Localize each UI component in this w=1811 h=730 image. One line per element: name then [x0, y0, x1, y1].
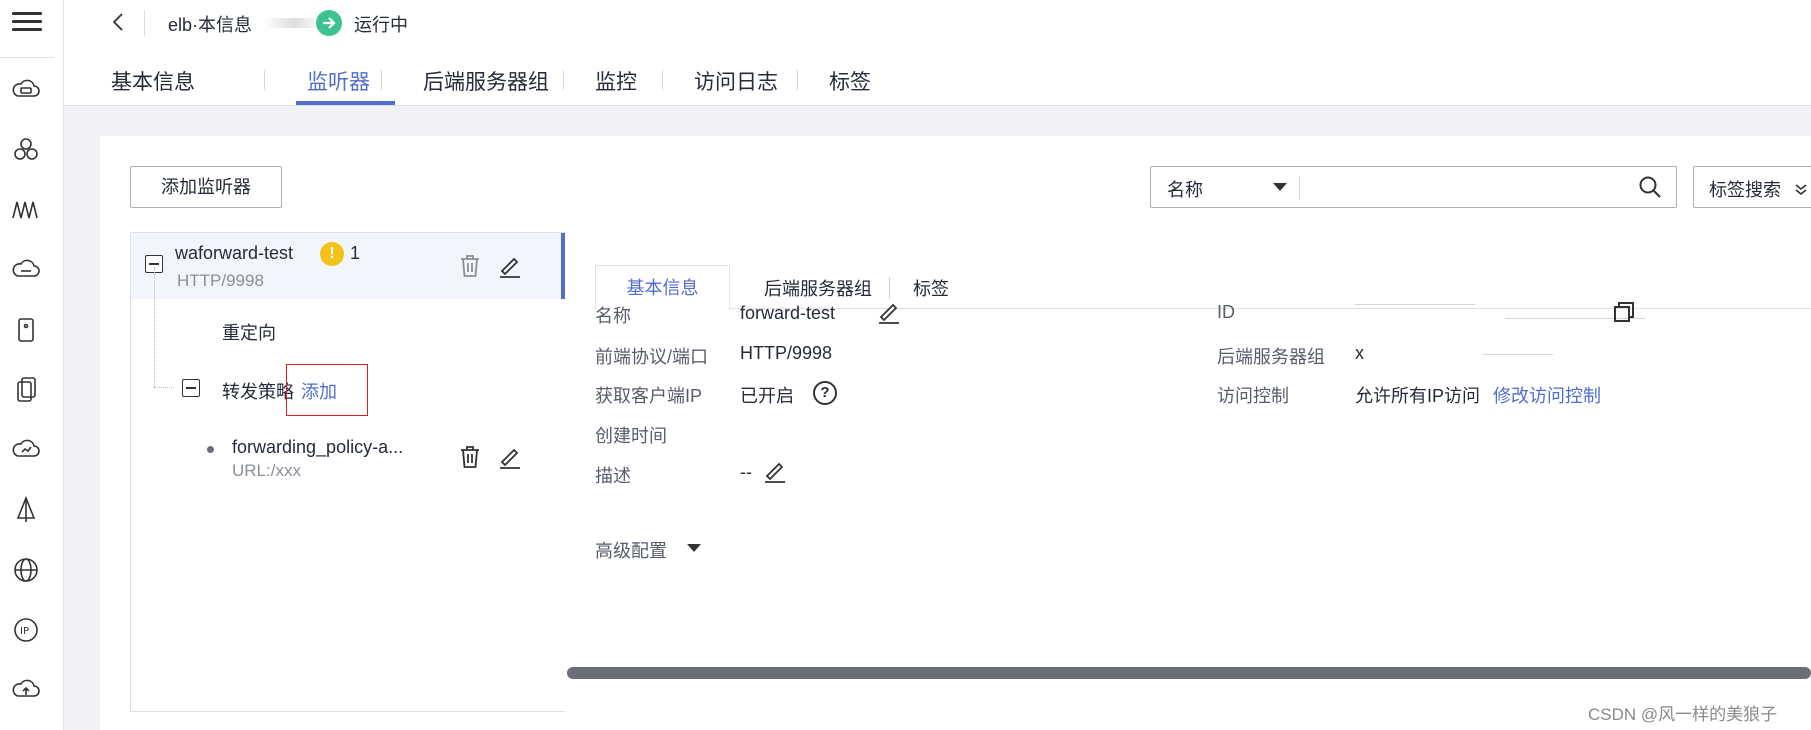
- bullet-dot: [207, 446, 214, 453]
- policy-url: URL:/xxx: [232, 461, 301, 480]
- back-icon[interactable]: [108, 10, 130, 34]
- acl-label: 访问控制: [1217, 386, 1289, 406]
- highlight-box: [286, 364, 368, 416]
- description-value: --: [740, 462, 752, 482]
- advanced-config-toggle[interactable]: 高级配置: [595, 537, 667, 563]
- warning-icon: !: [320, 242, 344, 266]
- detail-pane: 基本信息 后端服务器组 标签 名称 forward-test 前端协议/端口 H…: [565, 232, 1811, 712]
- search-field-select[interactable]: 名称: [1167, 176, 1203, 202]
- listener-protocol: HTTP/9998: [177, 271, 264, 290]
- delete-icon[interactable]: [457, 253, 483, 279]
- cloud-server-icon[interactable]: [10, 74, 42, 106]
- warning-count: 1: [350, 243, 361, 263]
- name-value: forward-test: [740, 303, 836, 323]
- protocol-label: 前端协议/端口: [595, 347, 709, 367]
- collapse-toggle-policy[interactable]: [182, 379, 200, 397]
- tab-basic-info[interactable]: 基本信息: [111, 66, 195, 96]
- masked-id: [1355, 304, 1475, 305]
- edit-icon[interactable]: [497, 253, 523, 279]
- acl-value: 允许所有IP访问: [1355, 386, 1481, 406]
- add-listener-button[interactable]: 添加监听器: [130, 166, 282, 208]
- search-box: 名称: [1150, 166, 1677, 208]
- tab-backend-groups[interactable]: 后端服务器组: [423, 66, 549, 96]
- double-chevron-icon: [1794, 180, 1808, 201]
- protocol-value: HTTP/9998: [740, 343, 833, 363]
- tree-line: [154, 267, 155, 387]
- policy-name[interactable]: forwarding_policy-a...: [232, 437, 403, 458]
- tab-divider: [797, 70, 798, 90]
- edit-description-icon[interactable]: [763, 459, 787, 483]
- detail-tab-tags[interactable]: 标签: [913, 275, 949, 301]
- tab-divider: [662, 70, 663, 90]
- deploy-icon[interactable]: [10, 494, 42, 526]
- tab-listeners[interactable]: 监听器: [307, 66, 370, 96]
- menu-icon[interactable]: [12, 8, 42, 36]
- caret-down-icon[interactable]: [1273, 183, 1287, 191]
- backend-label: 后端服务器组: [1217, 347, 1325, 367]
- listener-tree: waforward-test ! 1 HTTP/9998 重定向 转发策略 添加…: [130, 232, 565, 712]
- svg-text:IP: IP: [20, 626, 29, 637]
- backup-icon[interactable]: [10, 374, 42, 406]
- page-header: elb·本信息 运行中 基本信息 监听器 后端服务器组 监控 访问日志 标签: [64, 0, 1811, 106]
- left-nav: IP: [0, 0, 64, 730]
- listener-name: waforward-test: [175, 243, 294, 263]
- search-divider: [1299, 176, 1300, 200]
- ip-icon[interactable]: IP: [10, 614, 42, 646]
- redirect-node[interactable]: 重定向: [222, 319, 276, 345]
- cloud-upload-icon[interactable]: [10, 674, 42, 706]
- detail-tab-divider: [889, 277, 890, 299]
- waveform-icon[interactable]: [10, 194, 42, 226]
- client-ip-label: 获取客户端IP: [595, 386, 703, 406]
- name-label: 名称: [595, 306, 631, 326]
- tab-access-log[interactable]: 访问日志: [694, 66, 778, 96]
- cluster-icon[interactable]: [10, 134, 42, 166]
- globe-icon[interactable]: [10, 554, 42, 586]
- cloud-monitor-icon[interactable]: [10, 434, 42, 466]
- caret-down-icon[interactable]: [687, 544, 701, 552]
- copy-icon[interactable]: [1612, 300, 1636, 324]
- elb-name: elb·本信息: [168, 15, 253, 35]
- backend-value[interactable]: x: [1355, 343, 1364, 364]
- header-divider: [144, 10, 145, 36]
- detail-tab-backend[interactable]: 后端服务器组: [764, 275, 872, 301]
- tab-tags[interactable]: 标签: [829, 66, 871, 96]
- tab-divider: [563, 70, 564, 90]
- client-ip-value: 已开启: [740, 386, 794, 406]
- id-label: ID: [1217, 302, 1235, 322]
- search-input[interactable]: [1311, 173, 1611, 201]
- tree-line: [154, 387, 174, 388]
- edit-name-icon[interactable]: [877, 300, 901, 324]
- nav-divider: [0, 57, 54, 58]
- masked-text: [264, 18, 324, 28]
- tab-divider: [381, 70, 382, 90]
- description-label: 描述: [595, 466, 631, 486]
- tag-search-label: 标签搜索: [1709, 180, 1781, 200]
- running-status-icon: [316, 10, 342, 36]
- search-icon[interactable]: [1638, 175, 1662, 199]
- storage-icon[interactable]: [10, 314, 42, 346]
- watermark: CSDN @风一样的美狼子: [1588, 705, 1778, 724]
- horizontal-scrollbar[interactable]: [567, 667, 1811, 679]
- tab-monitor[interactable]: 监控: [595, 66, 637, 96]
- help-icon[interactable]: ?: [813, 381, 837, 405]
- load-balancer-icon[interactable]: [10, 254, 42, 286]
- masked-backend: [1483, 354, 1553, 355]
- edit-policy-icon[interactable]: [497, 444, 523, 470]
- forward-policy-node: 转发策略: [222, 382, 294, 402]
- delete-policy-icon[interactable]: [457, 444, 483, 470]
- active-tab-indicator: [296, 101, 395, 105]
- tag-search-button[interactable]: 标签搜索: [1693, 166, 1811, 208]
- status-text: 运行中: [354, 15, 408, 35]
- modify-acl-link[interactable]: 修改访问控制: [1493, 382, 1601, 408]
- created-label: 创建时间: [595, 426, 667, 446]
- tab-divider: [264, 70, 265, 90]
